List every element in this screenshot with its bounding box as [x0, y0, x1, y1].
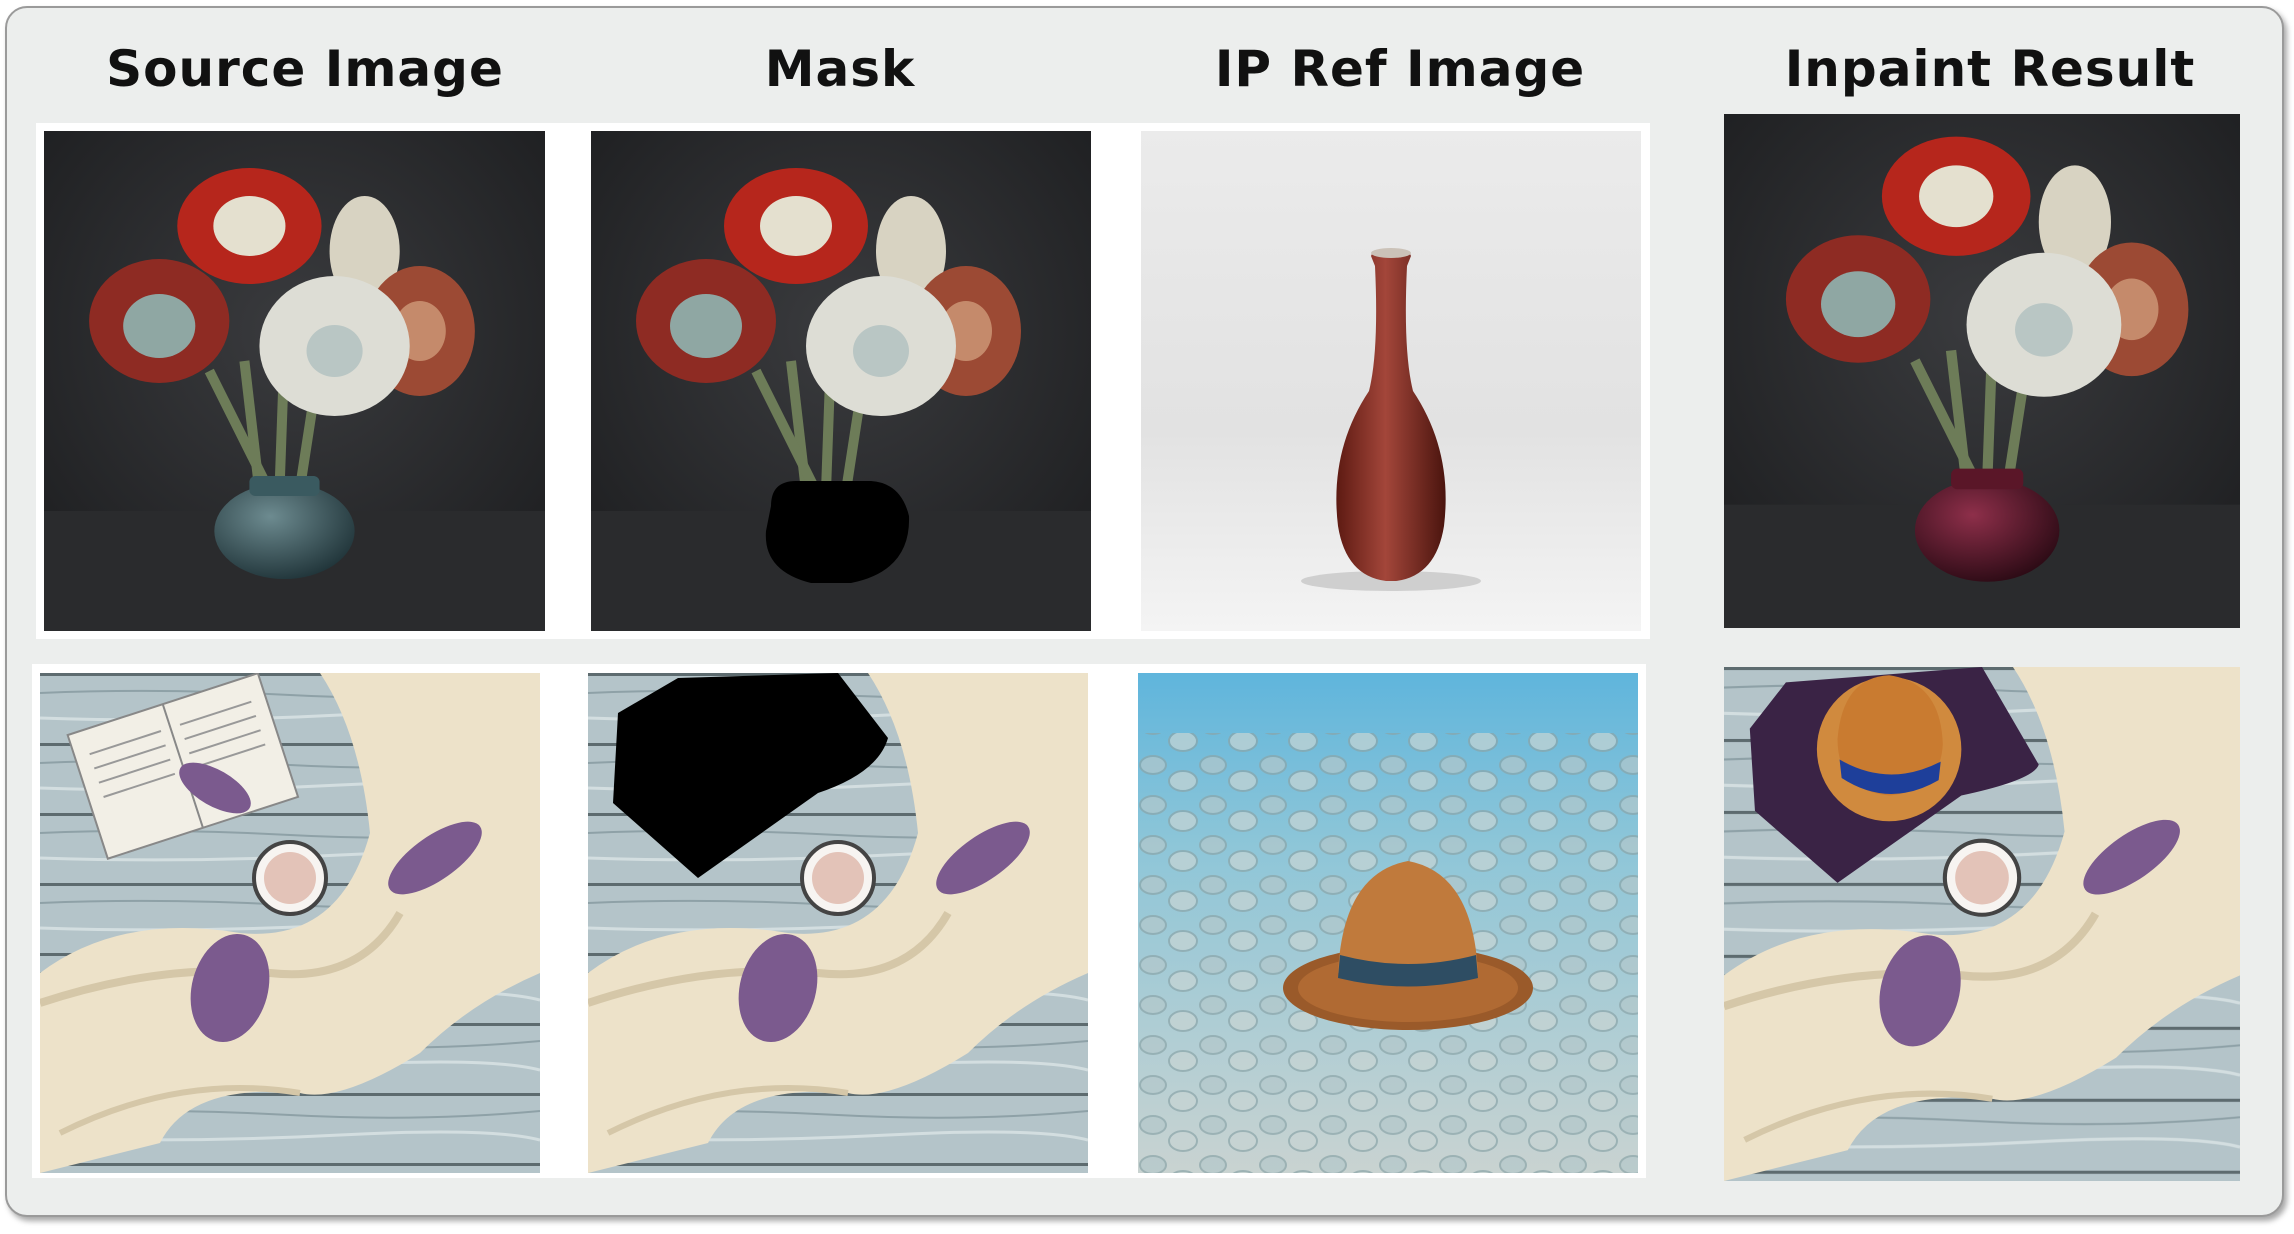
row1-mask-image: [591, 131, 1091, 631]
row1-ip-ref-image: [1141, 131, 1641, 631]
header-source-image: Source Image: [106, 40, 504, 98]
header-ip-ref-image: IP Ref Image: [1214, 40, 1586, 98]
row1-inpaint-result-image: [1724, 114, 2240, 628]
header-inpaint-result: Inpaint Result: [1784, 40, 2196, 98]
row2-inpaint-result-image: [1724, 667, 2240, 1181]
row2-ip-ref-image: [1138, 673, 1638, 1173]
row2-source-image: [40, 673, 540, 1173]
header-mask: Mask: [764, 40, 916, 98]
row2-mask-image: [588, 673, 1088, 1173]
row1-source-image: [44, 131, 545, 631]
